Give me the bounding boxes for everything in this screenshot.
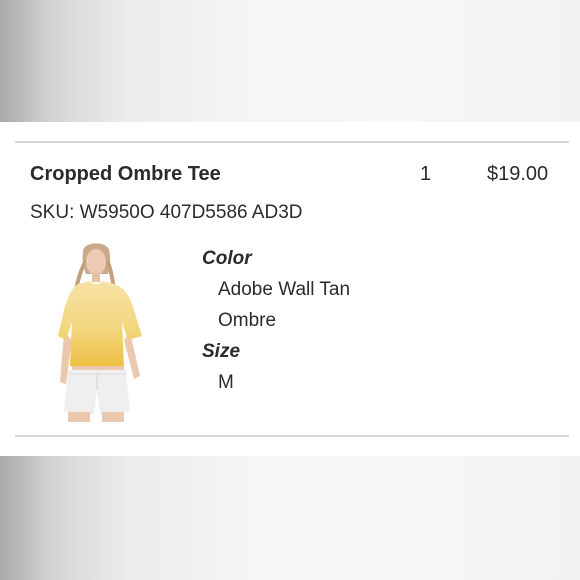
color-label: Color <box>202 248 252 269</box>
background-band-top <box>0 0 580 122</box>
background-band-bottom <box>0 456 580 580</box>
quantity: 1 <box>420 163 432 185</box>
divider-bottom <box>15 435 569 437</box>
price: $19.00 <box>487 163 549 185</box>
product-name[interactable]: Cropped Ombre Tee <box>30 163 221 186</box>
product-photo-icon <box>58 243 142 422</box>
sku: SKU: W5950O 407D5586 AD3D <box>30 202 303 223</box>
color-value-continued: Ombre <box>218 310 277 331</box>
color-value: Adobe Wall Tan <box>218 279 351 300</box>
order-item-card: Cropped Ombre Tee 1 $19.00 SKU: W5950O 4… <box>0 122 580 456</box>
size-value: M <box>218 372 234 393</box>
product-thumbnail[interactable] <box>50 240 150 422</box>
divider-top <box>15 141 569 143</box>
size-label: Size <box>202 341 241 362</box>
